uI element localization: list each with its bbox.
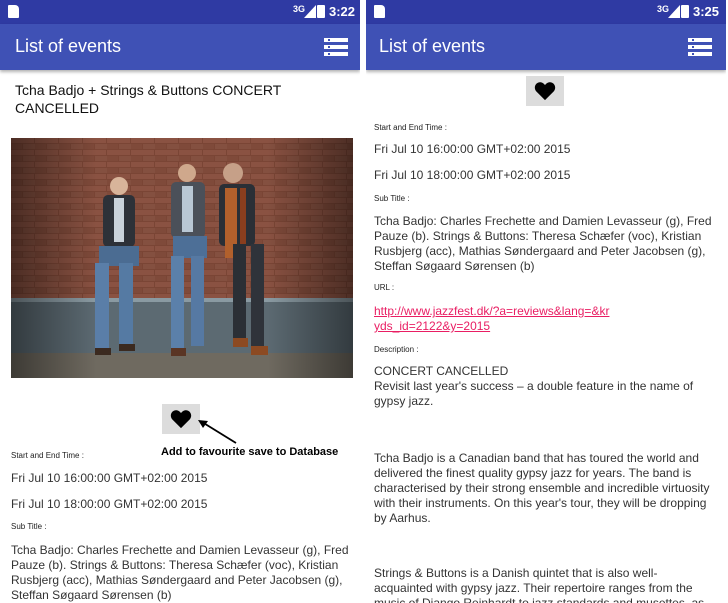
description-label: Description : [374,345,419,354]
event-title: Tcha Badjo + Strings & Buttons CONCERT C… [15,82,281,116]
description-paragraph: Tcha Badjo is a Canadian band that has t… [374,451,710,525]
start-end-label: Start and End Time : [11,451,84,460]
signal-icon [668,5,680,18]
signal-icon [304,5,316,18]
subtitle-label: Sub Title : [374,194,410,203]
battery-icon [681,5,689,18]
url-label: URL : [374,283,395,292]
start-time: Fri Jul 10 16:00:00 GMT+02:00 2015 [11,471,208,485]
subtitle-label: Sub Title : [11,522,47,531]
app-title: List of events [15,36,122,56]
heart-icon [534,82,556,101]
app-bar: List of events [366,24,726,70]
status-time: 3:22 [329,4,356,19]
event-photo [11,138,353,378]
favourite-button[interactable] [162,404,200,434]
subtitle-text: Tcha Badjo: Charles Frechette and Damien… [11,543,349,602]
app-title: List of events [379,36,486,56]
event-detail[interactable]: Tcha Badjo + Strings & Buttons CONCERT C… [0,70,360,603]
end-time: Fri Jul 10 18:00:00 GMT+02:00 2015 [374,168,571,182]
annotation-text: Add to favourite save to Database [161,446,339,458]
url-link[interactable]: http://www.jazzfest.dk/?a=reviews&lang=&… [374,304,614,334]
event-detail[interactable]: Start and End Time : Fri Jul 10 16:00:00… [366,70,726,603]
right-screen: 3G 3:25 List of events Start and End Tim… [366,0,726,603]
end-time: Fri Jul 10 18:00:00 GMT+02:00 2015 [11,497,208,511]
left-screen: 3G 3:22 List of events Tcha Badjo + Stri… [0,0,360,603]
heart-icon [170,410,192,429]
app-bar: List of events [0,24,360,70]
description-status: CONCERT CANCELLED [374,364,509,378]
start-end-label: Start and End Time : [374,123,447,132]
subtitle-text: Tcha Badjo: Charles Frechette and Damien… [374,214,712,273]
menu-list-icon[interactable] [688,38,712,57]
battery-icon [317,5,325,18]
sd-card-icon [8,5,19,18]
status-time: 3:25 [693,4,720,19]
status-bar: 3G 3:25 [366,0,726,24]
menu-list-icon[interactable] [324,38,348,57]
sd-card-icon [374,5,385,18]
favourite-button[interactable] [526,76,564,106]
arrow-icon [198,420,237,444]
description-paragraph: Strings & Buttons is a Danish quintet th… [374,566,705,603]
description-paragraph: Revisit last year's success – a double f… [374,379,694,408]
start-time: Fri Jul 10 16:00:00 GMT+02:00 2015 [374,142,571,156]
status-bar: 3G 3:22 [0,0,360,24]
